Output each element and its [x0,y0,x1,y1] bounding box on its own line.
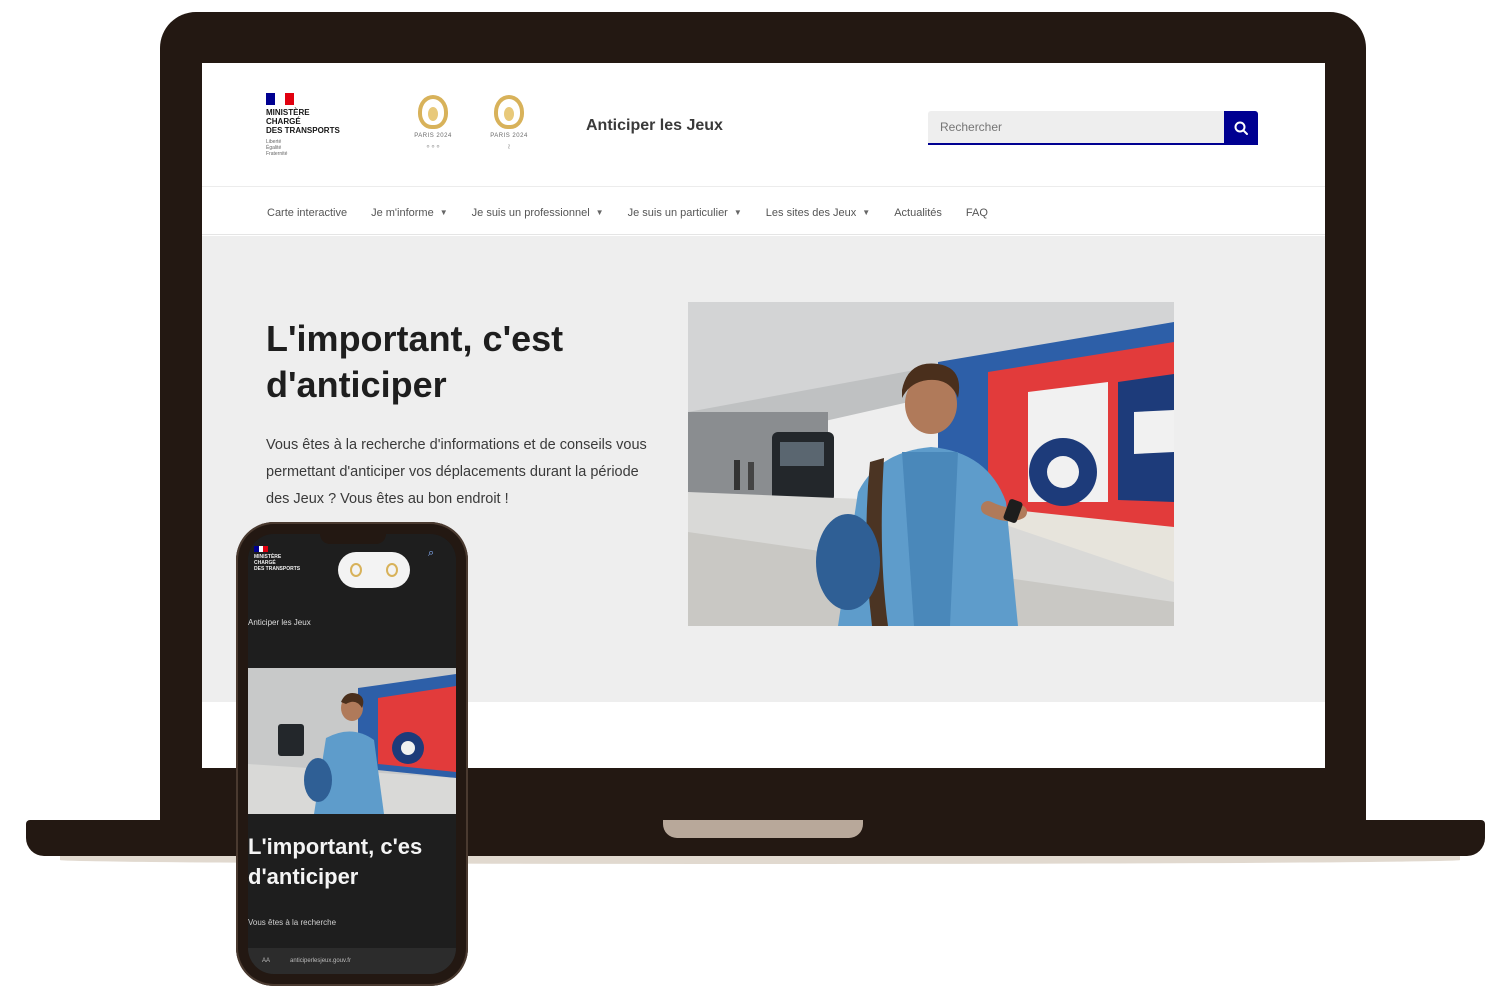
olympic-games-logo: PARIS 2024 ∘∘∘ [402,95,464,161]
flame-icon [386,563,398,577]
phone-ministry-name: Ministère chargé des transports [254,554,301,572]
nav-item-label: Carte interactive [267,206,348,219]
hero-photo [688,302,1174,626]
chevron-down-icon: ▼ [862,208,871,217]
agitos-icon: ≀ [507,142,511,151]
flame-icon [350,563,362,577]
nav-item-faq[interactable]: FAQ [966,207,988,219]
hero-text: Vous êtes à la recherche d'informations … [266,437,647,507]
nav-item-label: Actualités [894,206,942,219]
phone-hero-photo [248,668,456,814]
nav-item-label: Les sites des Jeux [765,206,857,219]
nav-item-particulier[interactable]: Je suis un particulier ▼ [628,207,742,219]
phone-hero-title: L'important, c'es d'anticiper [248,834,423,889]
search-icon[interactable]: ⌕ [428,546,440,559]
site-title[interactable]: Anticiper les Jeux [586,117,723,135]
ministry-logo[interactable]: Ministère chargé des transports Liberté … [266,93,366,157]
search-input[interactable] [928,111,1224,145]
phone-notch [320,532,386,544]
paralympic-games-logo: PARIS 2024 ≀ [478,95,540,161]
republic-flag-icon [266,93,294,105]
nav-item-label: Je m'informe [371,206,434,219]
paralympic-logo-caption: PARIS 2024 [490,133,528,139]
flame-icon [418,95,448,129]
laptop-notch [663,820,863,838]
republic-flag-icon [254,546,269,552]
phone-site-title[interactable]: Anticiper les Jeux [248,618,311,627]
flame-icon [494,95,524,129]
chevron-down-icon: ▼ [439,208,448,217]
phone-url-text: anticiperlesjeux.gouv.fr [290,958,351,964]
ministry-name: Ministère chargé des transports [266,108,340,135]
chevron-down-icon: ▼ [595,208,604,217]
search-icon [1234,121,1248,135]
phone-hero-text: Vous êtes à la recherche [248,918,337,927]
phone-screen: Ministère chargé des transports ⌕ Antici… [248,534,456,974]
olympic-logo-caption: PARIS 2024 [414,133,452,139]
phone-games-logos [338,552,410,588]
search-button[interactable] [1224,111,1258,145]
main-navigation: Carte interactive Je m'informe ▼ Je suis… [202,191,1325,235]
nav-item-label: FAQ [965,206,988,219]
chevron-down-icon: ▼ [733,208,742,217]
nav-item-label: Je suis un particulier [627,206,728,219]
hero-title: L'important, c'est d'anticiper [266,318,564,405]
phone-url-bar[interactable]: AA anticiperlesjeux.gouv.fr [248,948,456,974]
search-bar [928,111,1258,145]
olympic-rings-icon: ∘∘∘ [425,142,441,151]
nav-item-label: Je suis un professionnel [471,206,590,219]
tabs-icon[interactable]: AA [262,958,270,964]
nav-item-sites-des-jeux[interactable]: Les sites des Jeux ▼ [766,207,870,219]
nav-item-carte-interactive[interactable]: Carte interactive [267,207,347,219]
nav-item-je-m-informe[interactable]: Je m'informe ▼ [371,207,448,219]
ministry-motto: Liberté Égalité Fraternité [266,139,288,157]
site-header: Ministère chargé des transports Liberté … [202,63,1325,187]
phone-header: Ministère chargé des transports ⌕ [248,534,456,606]
nav-item-actualites[interactable]: Actualités [894,207,942,219]
nav-item-professionnel[interactable]: Je suis un professionnel ▼ [472,207,604,219]
